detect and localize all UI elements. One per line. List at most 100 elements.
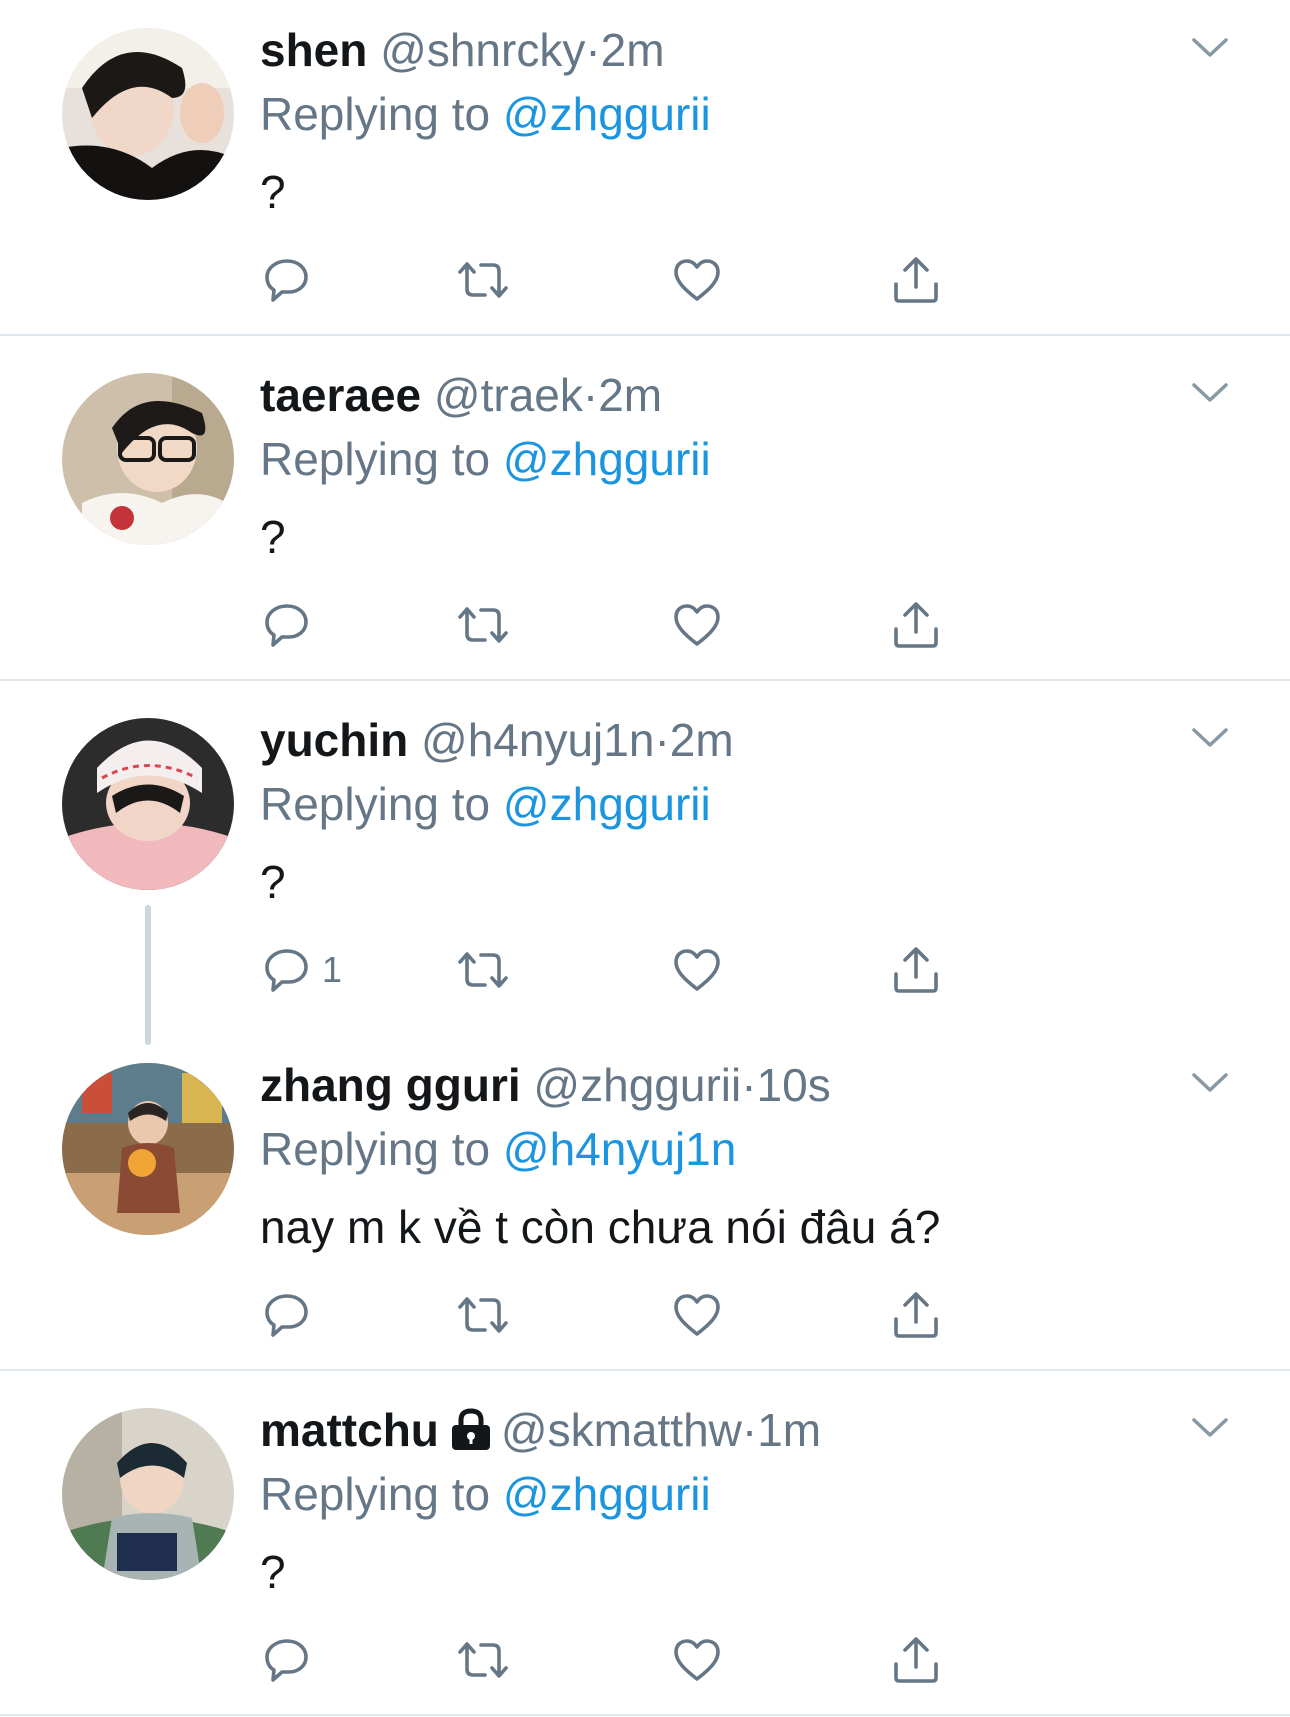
separator-dot: · [654,714,670,766]
avatar[interactable] [62,718,234,890]
display-name[interactable]: yuchin [260,714,408,766]
share-icon [894,947,938,993]
like-button[interactable] [672,595,722,655]
divider [0,1714,1290,1716]
share-icon [894,602,938,648]
retweet-icon [458,952,508,988]
share-icon [894,1637,938,1683]
separator-dot: · [741,1404,758,1456]
replying-to-mention[interactable]: @zhggurii [503,88,711,140]
timestamp[interactable]: 2m [670,714,734,766]
replying-to-label: Replying to [260,1123,491,1175]
share-button[interactable] [890,1630,942,1690]
replying-to-label: Replying to [260,778,491,830]
like-icon [674,949,720,991]
share-button[interactable] [890,250,942,310]
tweet-header: yuchin @h4nyuj1n·2m [260,710,734,770]
retweet-button[interactable] [454,1285,512,1345]
like-icon [674,1639,720,1681]
like-button[interactable] [672,940,722,1000]
like-button[interactable] [672,1630,722,1690]
separator-dot: · [582,369,599,421]
reply-button[interactable] [262,1630,322,1690]
retweet-icon [458,1642,508,1678]
username[interactable]: @h4nyuj1n [421,714,654,766]
share-icon [894,1292,938,1338]
replying-to-mention[interactable]: @zhggurii [503,778,711,830]
replying-to-mention[interactable]: @zhggurii [503,433,711,485]
display-name[interactable]: mattchu [260,1404,439,1456]
username[interactable]: @skmatthw [501,1404,742,1456]
retweet-icon [458,262,508,298]
retweet-icon [458,1297,508,1333]
timestamp[interactable]: 1m [757,1404,821,1456]
timestamp[interactable]: 2m [601,24,665,76]
retweet-button[interactable] [454,940,512,1000]
share-icon [894,257,938,303]
tweet-text: ? [260,166,286,218]
like-button[interactable] [672,1285,722,1345]
avatar[interactable] [62,28,234,200]
tweet-header: zhang gguri @zhggurii·10s [260,1055,831,1115]
username[interactable]: @shnrcky [380,24,585,76]
replying-to: Replying to @zhggurii [260,774,711,834]
chevron-down-icon[interactable] [1188,30,1232,66]
reply-button[interactable] [262,1285,322,1345]
like-icon [674,604,720,646]
timestamp[interactable]: 2m [598,369,662,421]
timestamp[interactable]: 10s [757,1059,831,1111]
reply-button[interactable]: 1 [262,940,342,1000]
share-button[interactable] [890,940,942,1000]
share-button[interactable] [890,1285,942,1345]
username[interactable]: @zhggurii [533,1059,741,1111]
chevron-down-icon[interactable] [1188,1410,1232,1446]
reply-button[interactable] [262,595,322,655]
replying-to: Replying to @zhggurii [260,84,711,144]
tweet-text: ? [260,511,286,563]
tweet-actions [262,595,1062,655]
display-name[interactable]: shen [260,24,367,76]
username[interactable]: @traek [434,369,583,421]
like-button[interactable] [672,250,722,310]
replying-to-mention[interactable]: @h4nyuj1n [503,1123,736,1175]
tweet[interactable]: yuchin @h4nyuj1n·2m Replying to @zhgguri… [0,690,1290,1045]
display-name[interactable]: taeraee [260,369,421,421]
tweet-text: ? [260,856,286,908]
reply-button[interactable] [262,250,322,310]
tweet-actions: 1 [262,940,1062,1000]
like-icon [674,259,720,301]
lock-icon [449,1406,493,1466]
separator-dot: · [585,24,601,76]
retweet-button[interactable] [454,250,512,310]
retweet-icon [458,607,508,643]
tweet[interactable]: shen @shnrcky·2m Replying to @zhggurii ? [0,0,1290,335]
tweet-text: ? [260,1546,286,1598]
avatar[interactable] [62,373,234,545]
tweet[interactable]: taeraee @traek·2m Replying to @zhggurii … [0,345,1290,680]
like-icon [674,1294,720,1336]
chevron-down-icon[interactable] [1188,375,1232,411]
thread-line [145,905,151,1045]
reply-icon [265,949,308,992]
tweet-text: nay m k về t còn chưa nói đâu á? [260,1201,941,1253]
tweet-header: taeraee @traek·2m [260,365,662,425]
retweet-button[interactable] [454,595,512,655]
replying-to-mention[interactable]: @zhggurii [503,1468,711,1520]
tweet-header: mattchu @skmatthw·1m [260,1400,821,1466]
avatar[interactable] [62,1063,234,1235]
divider [0,1369,1290,1371]
divider [0,679,1290,681]
tweet[interactable]: mattchu @skmatthw·1m Replying to @zhgguri… [0,1380,1290,1717]
chevron-down-icon[interactable] [1188,1065,1232,1101]
retweet-button[interactable] [454,1630,512,1690]
reply-icon [265,1294,308,1337]
share-button[interactable] [890,595,942,655]
tweet-header: shen @shnrcky·2m [260,20,665,80]
chevron-down-icon[interactable] [1188,720,1232,756]
divider [0,334,1290,336]
avatar[interactable] [62,1408,234,1580]
replying-to: Replying to @zhggurii [260,429,711,489]
display-name[interactable]: zhang gguri [260,1059,521,1111]
reply-icon [265,604,308,647]
tweet[interactable]: zhang gguri @zhggurii·10s Replying to @h… [0,1035,1290,1370]
